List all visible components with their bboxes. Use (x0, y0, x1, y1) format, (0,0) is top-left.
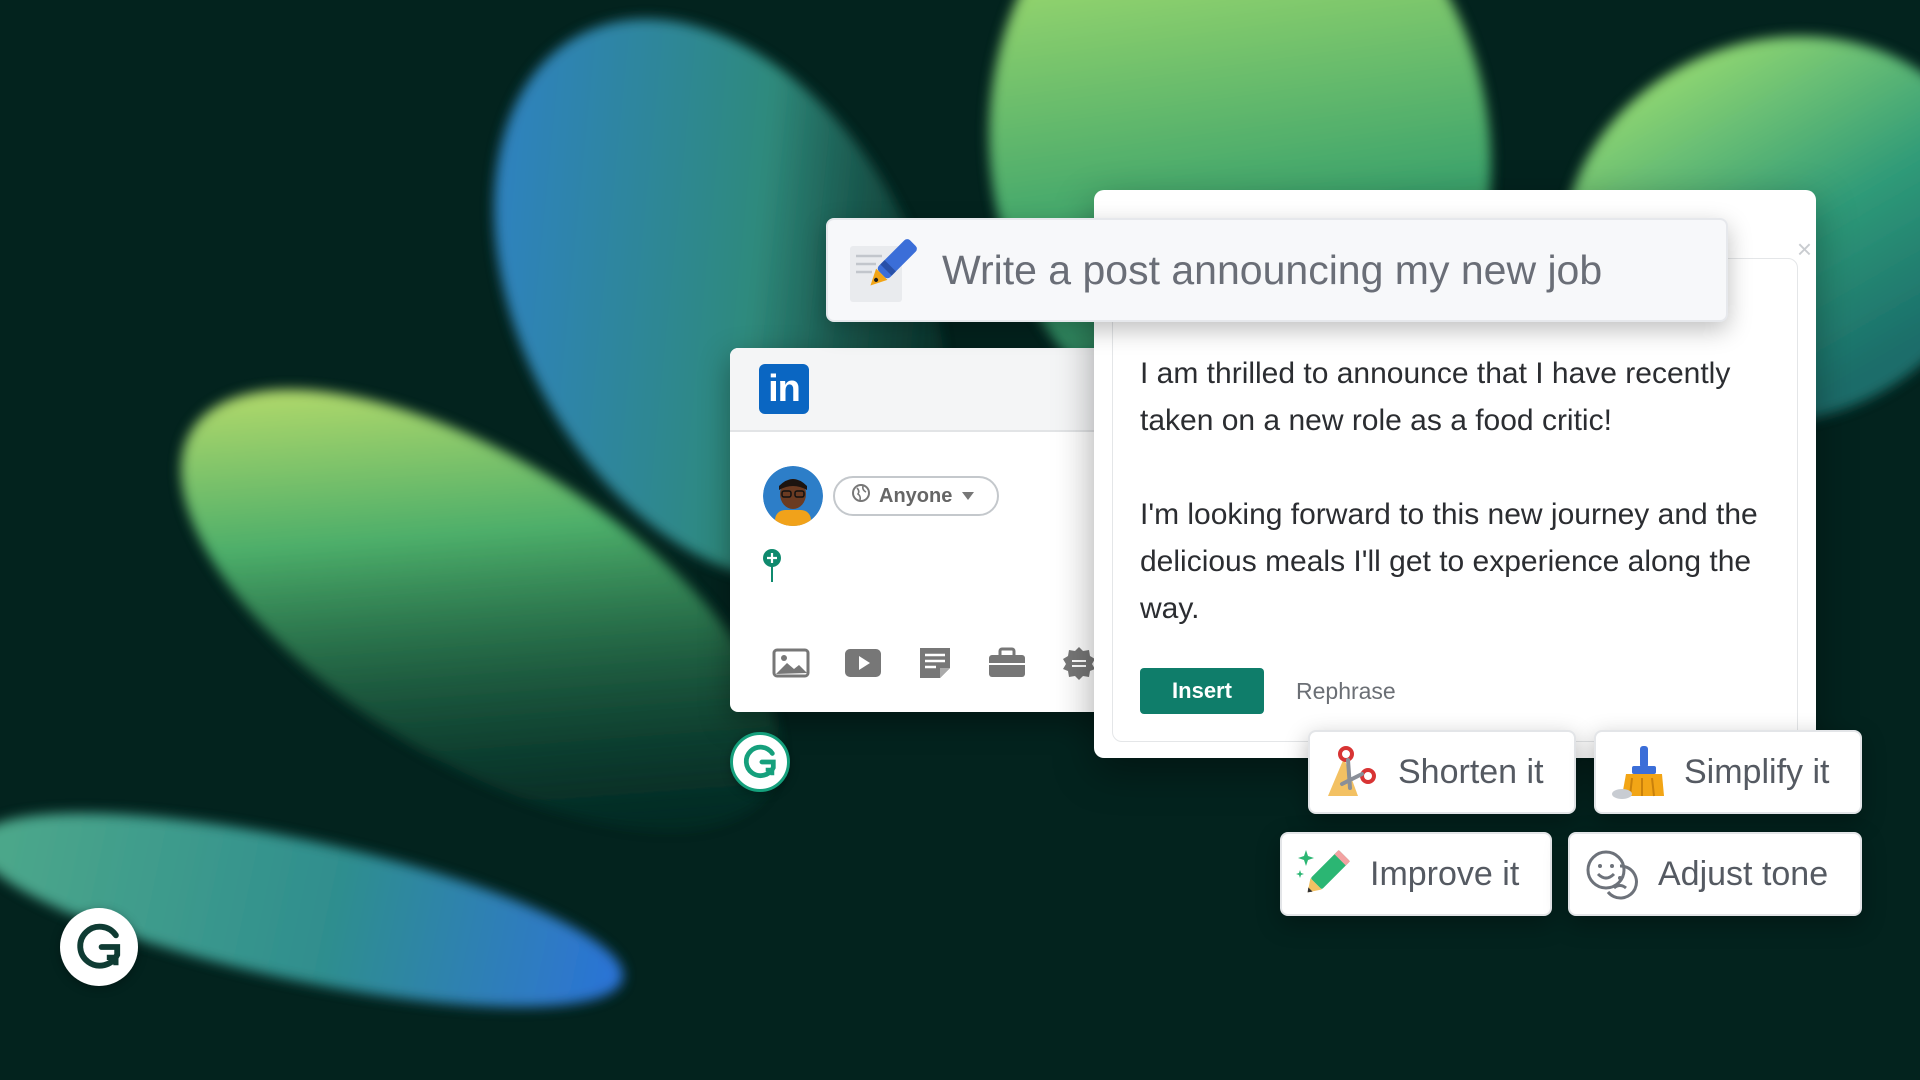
masks-icon (1584, 846, 1640, 902)
shorten-it-label: Shorten it (1398, 752, 1544, 791)
chevron-down-icon (962, 492, 975, 500)
prompt-bar[interactable]: Write a post announcing my new job (826, 218, 1728, 322)
simplify-it-label: Simplify it (1684, 752, 1830, 791)
broom-icon (1610, 744, 1666, 800)
globe-icon (851, 483, 871, 509)
scissors-icon (1324, 744, 1380, 800)
shorten-it-button[interactable]: Shorten it (1308, 730, 1576, 814)
grammarly-g-icon (77, 923, 121, 969)
adjust-tone-label: Adjust tone (1658, 854, 1829, 893)
insert-button[interactable]: Insert (1140, 668, 1264, 714)
linkedin-card-header: in (730, 348, 1130, 432)
adjust-tone-button[interactable]: Adjust tone (1568, 832, 1862, 916)
document-icon[interactable] (916, 646, 954, 680)
video-icon[interactable] (844, 646, 882, 680)
audience-dropdown[interactable]: Anyone (833, 476, 999, 516)
briefcase-icon[interactable] (988, 646, 1026, 680)
generated-text: I am thrilled to announce that I have re… (1140, 350, 1790, 632)
avatar[interactable] (763, 466, 823, 526)
improve-it-label: Improve it (1370, 854, 1520, 893)
grammarly-button[interactable] (730, 732, 790, 792)
rephrase-button[interactable]: Rephrase (1296, 668, 1396, 714)
audience-label: Anyone (879, 484, 953, 507)
photo-icon[interactable] (772, 646, 810, 680)
post-toolbar (772, 646, 1098, 680)
pen-writing-icon (846, 234, 918, 306)
simplify-it-button[interactable]: Simplify it (1594, 730, 1862, 814)
generated-paragraph: I am thrilled to announce that I have re… (1140, 357, 1731, 437)
grammarly-g-icon (743, 744, 776, 779)
add-pin-icon[interactable] (762, 548, 782, 589)
sparkle-pencil-icon (1296, 846, 1352, 902)
linkedin-compose-card: in Anyone (730, 348, 1130, 712)
improve-it-button[interactable]: Improve it (1280, 832, 1552, 916)
grammarly-logo (60, 908, 138, 986)
linkedin-logo: in (759, 364, 809, 414)
close-icon[interactable]: × (1797, 234, 1812, 265)
generated-paragraph: I'm looking forward to this new journey … (1140, 498, 1758, 625)
prompt-text: Write a post announcing my new job (942, 247, 1603, 293)
celebrate-icon[interactable] (1060, 646, 1098, 680)
